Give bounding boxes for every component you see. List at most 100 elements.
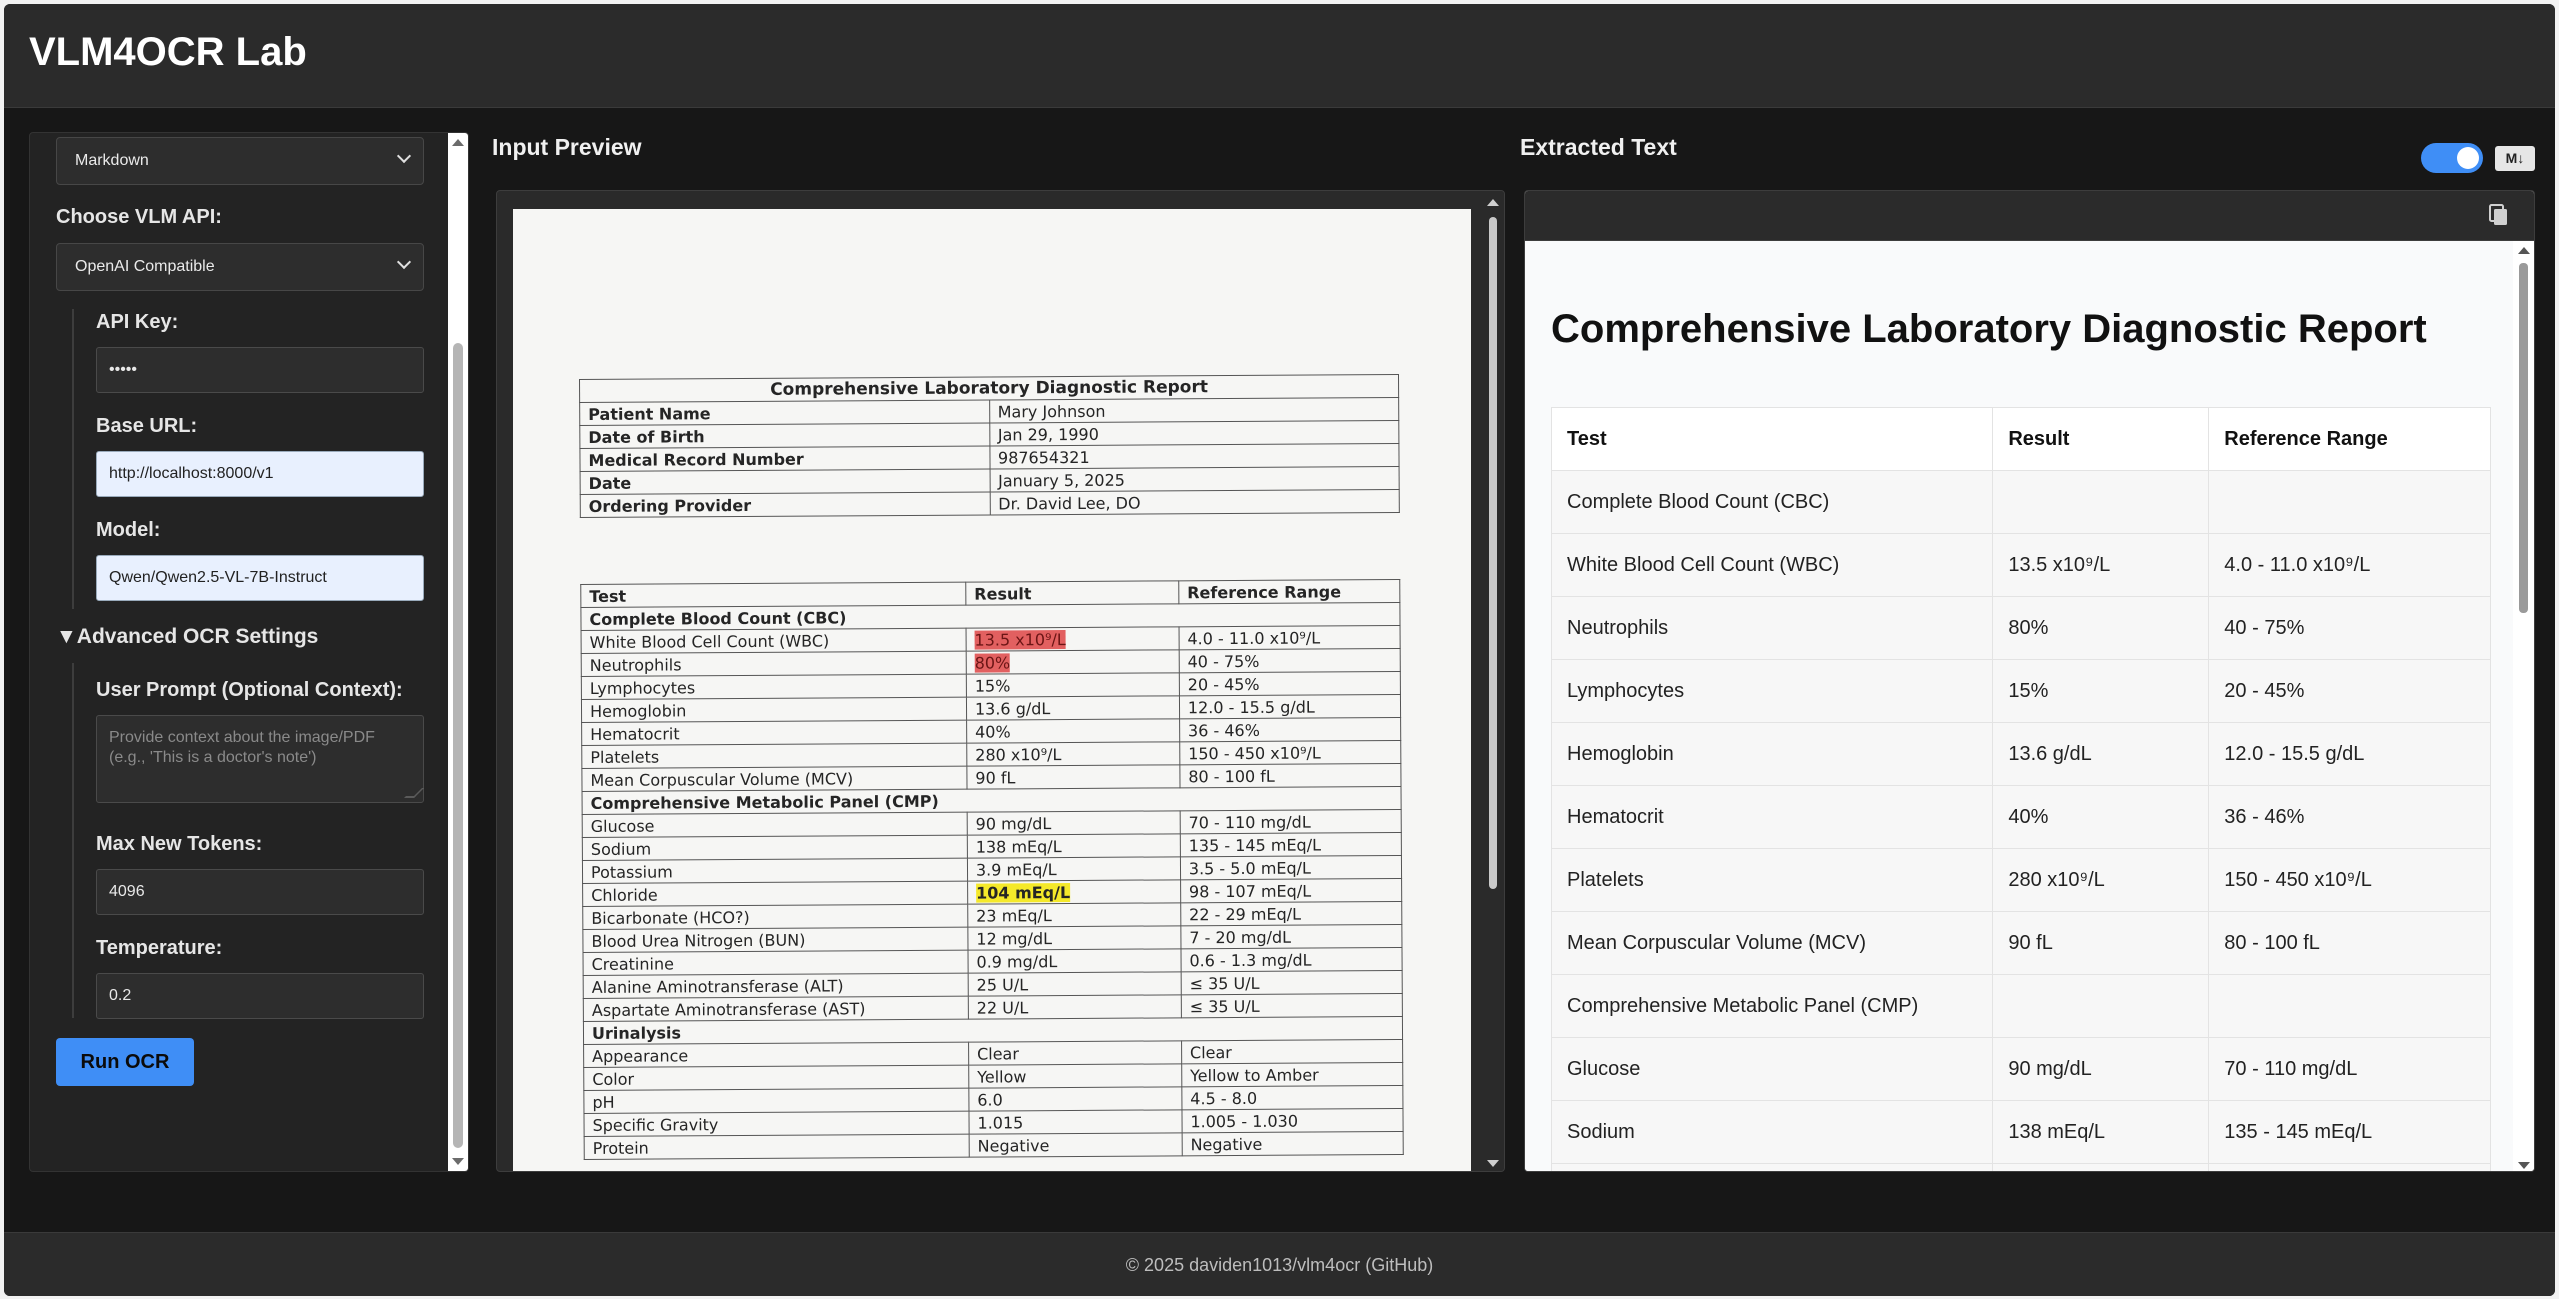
app-window: VLM4OCR Lab Markdown Choose VLM API: Ope…	[4, 4, 2555, 1296]
output-format-value: Markdown	[75, 152, 149, 169]
preview-scrollbar[interactable]	[1482, 191, 1504, 1171]
output-table-cell: 40%	[1992, 785, 2210, 849]
results-table: Test Result Reference Range Complete Blood …	[580, 579, 1404, 1160]
model-input[interactable]: Qwen/Qwen2.5-VL-7B-Instruct	[96, 555, 424, 601]
output-table-cell: 15%	[1992, 659, 2210, 723]
results-cell: 15%	[966, 672, 1180, 698]
results-cell: 280 x10⁹/L	[966, 741, 1180, 767]
toggle-knob	[2457, 147, 2479, 169]
results-cell: 0.6 - 1.3 mg/dL	[1180, 947, 1403, 972]
results-cell-text: 4.0 - 11.0 x10⁹/L	[1187, 627, 1321, 648]
results-cell-text: 135 - 145 mEq/L	[1188, 834, 1322, 855]
column-header: Result	[1992, 407, 2210, 471]
patient-field-label: Patient Name	[579, 399, 990, 426]
results-cell-text: Color	[592, 1069, 635, 1089]
results-cell-text: Hematocrit	[590, 723, 680, 744]
results-cell: 40 - 75%	[1179, 648, 1401, 673]
api-key-input[interactable]: •••••	[96, 347, 424, 393]
results-cell-text: Bicarbonate (HCO?)	[591, 907, 750, 928]
patient-field-value: Dr. David Lee, DO	[989, 489, 1400, 515]
copy-icon[interactable]	[2488, 204, 2510, 228]
results-cell: 90 fL	[966, 764, 1180, 790]
results-cell-text: Chloride	[591, 885, 658, 905]
output-format-select[interactable]: Markdown	[56, 137, 424, 185]
results-cell: 90 mg/dL	[967, 810, 1181, 836]
model-label: Model:	[96, 519, 161, 541]
results-cell-text: Aspartate Aminotransferase (AST)	[591, 998, 866, 1020]
results-cell-text: 40%	[975, 721, 1011, 742]
patient-info-table: Comprehensive Laboratory Diagnostic Repo…	[579, 374, 1400, 518]
output-table-cell	[2208, 974, 2491, 1038]
results-row: Protein Negative Negative	[584, 1131, 1404, 1160]
column-header: Reference Range	[2208, 407, 2491, 471]
results-cell: Hematocrit	[581, 720, 967, 746]
results-cell: Negative	[1181, 1131, 1404, 1156]
results-cell: Creatinine	[583, 950, 969, 976]
advanced-settings-toggle[interactable]: ▼Advanced OCR Settings	[56, 625, 318, 649]
scroll-up-icon[interactable]	[2518, 247, 2530, 254]
results-cell-text: 1.015	[977, 1112, 1024, 1133]
markdown-icon[interactable]: M↓	[2495, 146, 2535, 171]
results-cell: Protein	[584, 1134, 970, 1160]
output-table-cell: 3.5 - 5.0 mEq/L	[2208, 1163, 2491, 1171]
scroll-up-icon[interactable]	[452, 139, 464, 146]
output-heading: Comprehensive Laboratory Diagnostic Repo…	[1551, 307, 2427, 351]
output-table-cell: 138 mEq/L	[1992, 1100, 2210, 1164]
vlm-api-value: OpenAI Compatible	[75, 258, 215, 275]
results-cell: 4.0 - 11.0 x10⁹/L	[1178, 625, 1401, 650]
output-table-cell: 80 - 100 fL	[2208, 911, 2491, 975]
results-cell: 1.015	[968, 1109, 1182, 1135]
output-table-cell: Platelets	[1550, 848, 1994, 912]
results-cell: 22 U/L	[968, 994, 1182, 1020]
results-cell-text: 25 U/L	[976, 974, 1029, 995]
temperature-input[interactable]: 0.2	[96, 973, 424, 1019]
max-tokens-input[interactable]: 4096	[96, 869, 424, 915]
app-title: VLM4OCR Lab	[29, 30, 307, 74]
output-table-cell: 3.9 mEq/L	[1992, 1163, 2210, 1171]
resize-grip-icon[interactable]	[404, 788, 424, 798]
results-cell: 80%	[966, 649, 1180, 675]
output-table-cell: Neutrophils	[1550, 596, 1994, 660]
results-cell-text: 1.005 - 1.030	[1190, 1111, 1299, 1131]
document-preview-image: Comprehensive Laboratory Diagnostic Repo…	[513, 209, 1471, 1171]
run-ocr-button[interactable]: Run OCR	[56, 1038, 194, 1086]
scroll-down-icon[interactable]	[452, 1158, 464, 1165]
results-cell: ≤ 35 U/L	[1180, 970, 1403, 995]
results-cell: Alanine Aminotransferase (ALT)	[583, 973, 969, 999]
max-tokens-label: Max New Tokens:	[96, 833, 263, 855]
results-cell: 25 U/L	[968, 971, 1182, 997]
scroll-down-icon[interactable]	[1487, 1160, 1499, 1167]
user-prompt-placeholder: Provide context about the image/PDF (e.g…	[109, 729, 375, 766]
markdown-render-toggle[interactable]	[2421, 143, 2483, 173]
scrollbar-thumb[interactable]	[2519, 263, 2528, 613]
vlm-api-select[interactable]: OpenAI Compatible	[56, 243, 424, 291]
scroll-up-icon[interactable]	[1487, 199, 1499, 206]
results-cell: 3.5 - 5.0 mEq/L	[1180, 855, 1402, 880]
results-cell-text: 12.0 - 15.5 g/dL	[1187, 697, 1315, 717]
results-cell-text: Clear	[1189, 1042, 1232, 1062]
indent-guide	[72, 309, 74, 609]
chevron-down-icon	[396, 148, 412, 164]
output-table-cell: 90 fL	[1992, 911, 2210, 975]
scroll-down-icon[interactable]	[2518, 1162, 2530, 1169]
results-cell: pH	[583, 1088, 969, 1114]
output-table-row: White Blood Cell Count (WBC) 13.5 x10⁹/L 4…	[1550, 533, 2491, 597]
results-cell-text: Potassium	[590, 861, 673, 882]
scrollbar-thumb[interactable]	[1489, 217, 1497, 889]
patient-field-value: 987654321	[989, 443, 1400, 469]
output-scrollbar[interactable]	[2513, 241, 2534, 1171]
scrollbar-thumb[interactable]	[453, 343, 463, 1148]
results-cell: Sodium	[582, 835, 968, 861]
results-cell-text: Hemoglobin	[589, 700, 687, 721]
results-cell-text: 3.9 mEq/L	[975, 859, 1057, 880]
patient-field-label: Medical Record Number	[579, 445, 990, 472]
output-toolbar	[1525, 191, 2534, 241]
user-prompt-textarea[interactable]: Provide context about the image/PDF (e.g…	[96, 715, 424, 803]
results-cell-text: 80 - 100 fL	[1188, 766, 1275, 786]
output-table-cell: 135 - 145 mEq/L	[2208, 1100, 2491, 1164]
base-url-input[interactable]: http://localhost:8000/v1	[96, 451, 424, 497]
results-cell-text: 12 mg/dL	[976, 928, 1053, 949]
footer: © 2025 daviden1013/vlm4ocr (GitHub)	[4, 1232, 2555, 1296]
output-table-cell: 90 mg/dL	[1992, 1037, 2210, 1101]
sidebar-scrollbar[interactable]	[448, 133, 468, 1171]
